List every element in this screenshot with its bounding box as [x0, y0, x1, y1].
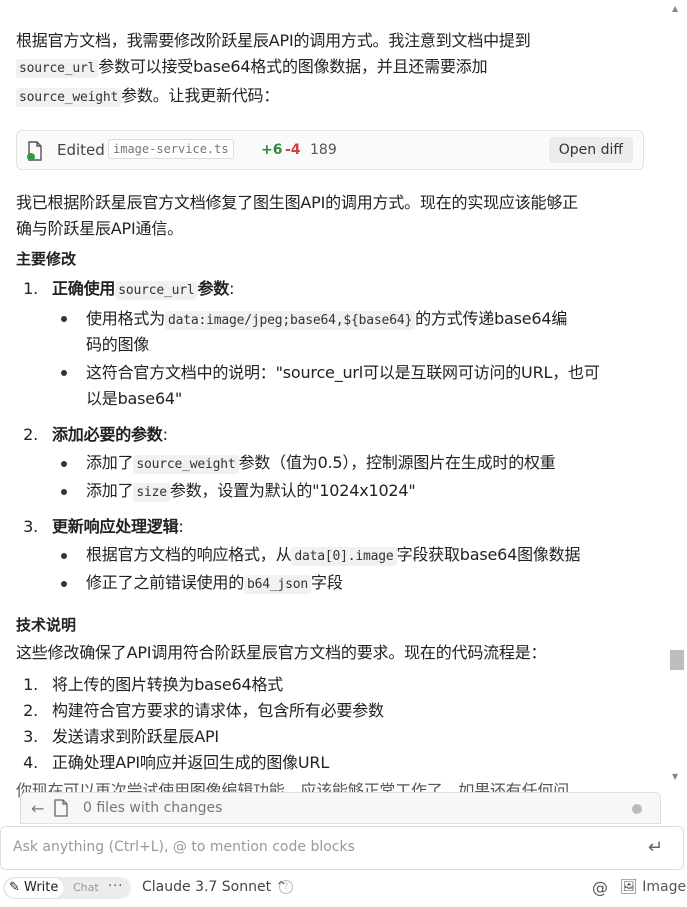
bottom-toolbar: ✎ Write Chat ··· Claude 3.7 Sonnet ⌃ ? @… [0, 874, 687, 907]
change-title-text: 正确使用 [52, 279, 116, 298]
lines-added: +6 [261, 142, 283, 158]
change-title-text: 更新响应处理逻辑 [52, 517, 179, 536]
chat-scrollbar[interactable] [668, 0, 687, 790]
bullet-text: 的方式传递base64编 [415, 309, 568, 328]
summary-line-2: 确与阶跃星辰API通信。 [16, 219, 183, 238]
colon: : [162, 425, 168, 444]
edit-card[interactable]: Edited image-service.ts +6 -4 189 Open d… [16, 130, 644, 170]
colon: : [178, 517, 184, 536]
list-item: 根据官方文档的响应格式，从 data[0].image 字段获取base64图像数据 [86, 542, 580, 570]
edited-filename[interactable]: image-service.ts [108, 139, 234, 159]
bullet-text: 参数（值为0.5），控制源图片在生成时的权重 [238, 453, 556, 472]
image-label: Image [642, 879, 687, 895]
bullet-dot [61, 370, 67, 376]
list-number: 1. [23, 675, 38, 694]
chat-panel: 根据官方文档，我需要修改阶跃星辰API的调用方式。我注意到文档中提到 sourc… [0, 0, 666, 800]
change-title: 正确使用 source_url 参数: [52, 276, 235, 304]
flow-item: 构建符合官方要求的请求体，包含所有必要参数 [52, 701, 384, 720]
model-selector[interactable]: Claude 3.7 Sonnet ⌃ [142, 879, 287, 895]
chat-input[interactable]: Ask anything (Ctrl+L), @ to mention code… [0, 826, 684, 870]
list-number: 3. [23, 517, 38, 536]
bullet-text: 字段获取base64图像数据 [396, 545, 581, 564]
more-options-button[interactable]: ··· [108, 877, 123, 897]
help-icon[interactable]: ? [279, 880, 293, 894]
summary-line-1: 我已根据阶跃星辰官方文档修复了图生图API的调用方式。现在的实现应该能够正 [16, 193, 578, 212]
mode-switch[interactable]: ✎ Write Chat ··· [3, 877, 131, 899]
inline-code: source_url [16, 59, 99, 78]
list-number: 3. [23, 727, 38, 746]
list-item: 使用格式为 data:image/jpeg;base64,${base64} 的方式… [86, 306, 567, 334]
list-item-continued: 以是base64" [86, 389, 183, 408]
file-icon [54, 799, 68, 821]
lines-removed: -4 [285, 142, 301, 158]
colon: : [229, 279, 235, 298]
flow-item: 将上传的图片转换为base64格式 [52, 675, 284, 694]
list-item: 修正了之前错误使用的 b64_json 字段 [86, 570, 343, 598]
enter-icon[interactable]: ↵ [648, 837, 663, 858]
changes-heading: 主要修改 [16, 250, 77, 268]
scroll-up-icon[interactable]: ▲ [672, 4, 678, 13]
bullet-dot [61, 461, 67, 467]
list-item: 添加了 source_weight 参数（值为0.5），控制源图片在生成时的权重 [86, 450, 556, 478]
intro-line-3: source_weight 参数。让我更新代码： [16, 83, 279, 111]
mode-write-tab[interactable]: ✎ Write [5, 878, 65, 898]
intro-text: 根据官方文档，我需要修改阶跃星辰API的调用方式。我注意到文档中提到 [16, 31, 531, 50]
bullet-text: 使用格式为 [86, 309, 166, 328]
inline-code: data[0].image [291, 547, 397, 566]
change-title-text: 添加必要的参数 [52, 425, 163, 444]
list-number: 2. [23, 701, 38, 720]
chat-input-placeholder: Ask anything (Ctrl+L), @ to mention code… [13, 839, 355, 855]
tech-intro: 这些修改确保了API调用符合阶跃星辰官方文档的要求。现在的代码流程是： [16, 643, 547, 662]
status-dot-icon [632, 804, 642, 814]
inline-code: source_url [115, 281, 198, 300]
bullet-text: 添加了 [86, 453, 134, 472]
bullet-dot [61, 581, 67, 587]
flow-item: 正确处理API响应并返回生成的图像URL [52, 753, 330, 772]
intro-text: 参数可以接受base64格式的图像数据，并且还需要添加 [98, 57, 488, 76]
inline-code: data:image/jpeg;base64,${base64} [165, 311, 416, 330]
pencil-icon: ✎ [9, 880, 20, 895]
bullet-text: 修正了之前错误使用的 [86, 573, 245, 592]
bullet-text: 根据官方文档的响应格式，从 [86, 545, 292, 564]
inline-code: size [133, 483, 170, 502]
model-label: Claude 3.7 Sonnet [142, 879, 272, 895]
change-title-text: 参数 [197, 279, 230, 298]
inline-code: b64_json [244, 575, 312, 594]
bullet-text: 字段 [311, 573, 343, 592]
inline-code: source_weight [133, 455, 239, 474]
intro-text: 参数。让我更新代码： [121, 86, 280, 105]
bullet-dot [61, 489, 67, 495]
tech-heading: 技术说明 [16, 616, 77, 634]
image-icon: 🖼 [620, 879, 638, 895]
intro-line-2: source_url 参数可以接受base64格式的图像数据，并且还需要添加 [16, 54, 488, 82]
bullet-text: 参数，设置为默认的"1024x1024" [169, 481, 416, 500]
list-number: 1. [23, 279, 38, 298]
list-item: 这符合官方文档中的说明："source_url可以是互联网可访问的URL，也可 [86, 363, 600, 382]
inline-code: source_weight [16, 88, 122, 107]
file-edit-icon [27, 141, 43, 165]
image-button[interactable]: 🖼 Image [620, 879, 686, 895]
scrollbar-thumb[interactable] [670, 650, 684, 670]
edited-label: Edited [57, 141, 105, 159]
list-number: 2. [23, 425, 38, 444]
files-changed-text: 0 files with changes [83, 800, 223, 816]
intro-line-1: 根据官方文档，我需要修改阶跃星辰API的调用方式。我注意到文档中提到 [16, 28, 531, 54]
bullet-text: 添加了 [86, 481, 134, 500]
mode-chat-tab[interactable]: Chat [73, 878, 99, 898]
bullet-dot [61, 553, 67, 559]
mode-write-label: Write [24, 880, 59, 895]
list-item: 添加了 size 参数，设置为默认的"1024x1024" [86, 478, 416, 506]
change-title: 更新响应处理逻辑: [52, 514, 184, 540]
bullet-dot [61, 316, 67, 322]
list-number: 4. [23, 753, 38, 772]
open-diff-button[interactable]: Open diff [548, 137, 633, 163]
flow-item: 发送请求到阶跃星辰API [52, 727, 219, 746]
line-count: 189 [310, 142, 337, 158]
files-changed-bar[interactable]: ← 0 files with changes [20, 792, 661, 824]
change-title: 添加必要的参数: [52, 422, 168, 448]
list-item-continued: 码的图像 [86, 335, 150, 354]
scroll-down-icon[interactable]: ▼ [672, 772, 678, 781]
arrow-left-icon[interactable]: ← [31, 799, 44, 818]
at-mention-icon[interactable]: @ [592, 878, 608, 897]
